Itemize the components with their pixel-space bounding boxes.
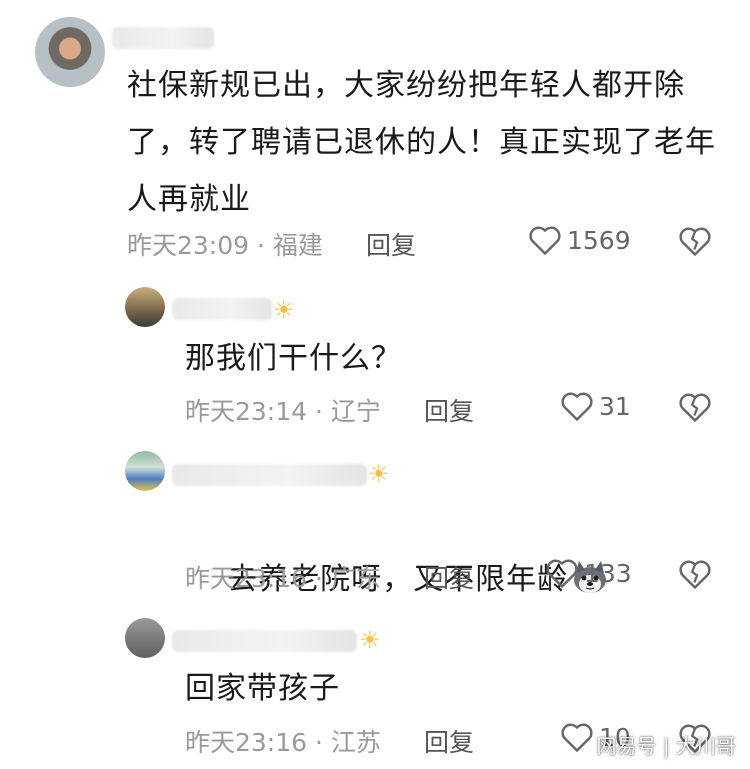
reply-button[interactable]: 回复 <box>366 226 416 262</box>
comment-location: 福建 <box>272 231 323 260</box>
comment-item: 社保新规已出，大家纷纷把年轻人都开除了，转了聘请已退休的人！真正实现了老年人再就… <box>0 0 750 270</box>
meta-separator: · <box>307 728 331 757</box>
comment-location: 广东 <box>330 564 381 593</box>
comment-location: 辽宁 <box>330 397 381 426</box>
like-button[interactable]: 1569 <box>528 224 631 256</box>
avatar[interactable] <box>125 618 165 658</box>
reply-button[interactable]: 回复 <box>424 559 474 595</box>
username-blurred[interactable] <box>172 630 357 652</box>
comment-time: 昨天23:14 <box>185 397 308 426</box>
comment-time: 昨天23:16 <box>185 728 308 757</box>
heart-outline-icon <box>529 226 561 255</box>
heart-outline-icon <box>561 723 593 752</box>
sun-icon: ☀ <box>359 626 381 654</box>
comment-location: 江苏 <box>330 728 381 757</box>
avatar[interactable] <box>125 287 165 327</box>
username-blurred[interactable] <box>112 27 214 49</box>
heart-outline-icon <box>546 559 578 588</box>
comment-meta: 昨天23:16 · 广东 <box>185 559 381 595</box>
avatar[interactable] <box>35 17 105 87</box>
reply-button[interactable]: 回复 <box>424 723 474 759</box>
broken-heart-icon[interactable] <box>678 225 712 257</box>
comment-text: 那我们干什么？ <box>185 341 402 376</box>
username-blurred[interactable] <box>172 464 367 486</box>
reply-button[interactable]: 回复 <box>424 392 474 428</box>
comment-text: 社保新规已出，大家纷纷把年轻人都开除了，转了聘请已退休的人！真正实现了老年人再就… <box>127 68 716 217</box>
sun-icon: ☀ <box>273 296 295 324</box>
broken-heart-icon[interactable] <box>678 558 712 590</box>
like-count: 31 <box>599 391 631 421</box>
watermark: 网易号 | 大川哥 <box>596 734 736 758</box>
like-button[interactable]: 133 <box>545 557 632 589</box>
meta-separator: · <box>307 397 331 426</box>
comment-time: 昨天23:09 <box>127 231 250 260</box>
like-count: 133 <box>584 558 632 588</box>
comment-meta: 昨天23:14 · 辽宁 <box>185 392 381 428</box>
username-blurred[interactable] <box>172 298 272 320</box>
comment-time: 昨天23:16 <box>185 564 308 593</box>
like-count: 1569 <box>567 225 631 255</box>
avatar[interactable] <box>125 451 165 491</box>
comment-meta: 昨天23:09 · 福建 <box>127 226 323 262</box>
meta-separator: · <box>249 231 273 260</box>
heart-outline-icon <box>561 392 593 421</box>
broken-heart-icon[interactable] <box>678 391 712 423</box>
comment-text: 回家带孩子 <box>185 671 340 706</box>
sun-icon: ☀ <box>368 460 390 488</box>
meta-separator: · <box>307 564 331 593</box>
reply-comment-item: ☀ 那我们干什么？ 昨天23:14 · 辽宁 回复 31 <box>0 270 750 440</box>
comment-meta: 昨天23:16 · 江苏 <box>185 723 381 759</box>
like-button[interactable]: 31 <box>560 390 631 422</box>
reply-comment-item: ☀ 去养老院呀，又不限年龄 昨天23:16 · 广东 回复 133 <box>0 440 750 610</box>
